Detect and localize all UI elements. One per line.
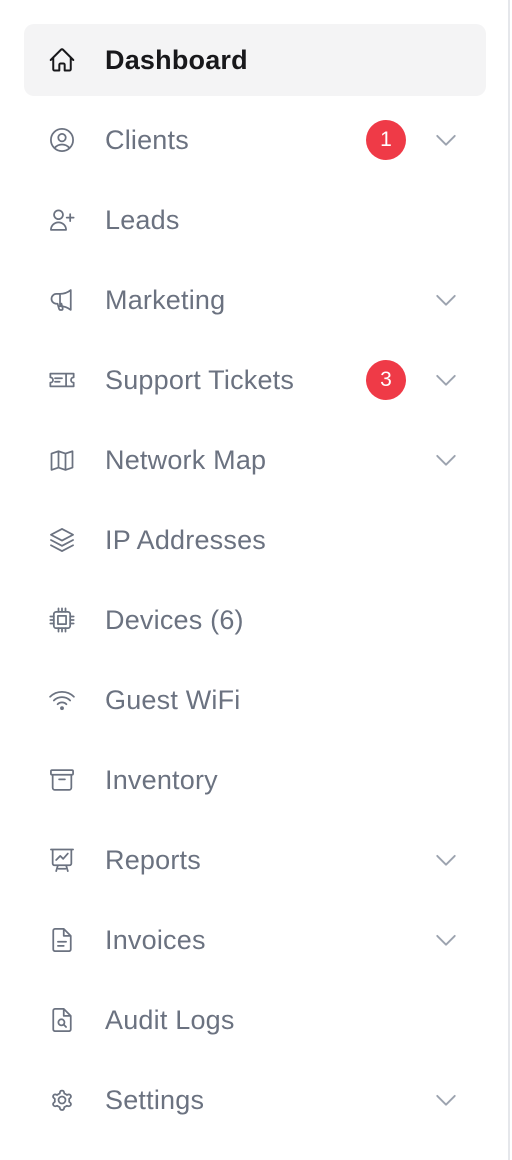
sidebar-item-label: IP Addresses — [105, 525, 266, 555]
megaphone-icon — [48, 286, 76, 314]
chevron-down-icon[interactable] — [432, 1086, 460, 1114]
sidebar-item-label: Reports — [105, 845, 201, 875]
sidebar-item-invoices[interactable]: Invoices — [24, 904, 486, 976]
sidebar-item-leads[interactable]: Leads — [24, 184, 486, 256]
sidebar-item-audit-logs[interactable]: Audit Logs — [24, 984, 486, 1056]
sidebar-item-guest-wifi[interactable]: Guest WiFi — [24, 664, 486, 736]
notification-badge: 3 — [366, 360, 406, 400]
cog-icon — [48, 1086, 76, 1114]
sidebar-item-label: Clients — [105, 125, 189, 155]
map-icon — [48, 446, 76, 474]
sidebar-item-label: Leads — [105, 205, 180, 235]
document-search-icon — [48, 1006, 76, 1034]
sidebar-item-network-map[interactable]: Network Map — [24, 424, 486, 496]
home-icon — [48, 46, 76, 74]
sidebar-item-label: Invoices — [105, 925, 206, 955]
presentation-chart-icon — [48, 846, 76, 874]
sidebar-item-label: Marketing — [105, 285, 226, 315]
sidebar-item-reports[interactable]: Reports — [24, 824, 486, 896]
sidebar-item-marketing[interactable]: Marketing — [24, 264, 486, 336]
sidebar-item-label: Guest WiFi — [105, 685, 241, 715]
layers-icon — [48, 526, 76, 554]
chevron-down-icon[interactable] — [432, 446, 460, 474]
sidebar-item-label: Network Map — [105, 445, 267, 475]
sidebar-item-clients[interactable]: Clients 1 — [24, 104, 486, 176]
ticket-icon — [48, 366, 76, 394]
sidebar-item-label: Devices (6) — [105, 605, 244, 635]
sidebar-item-label: Support Tickets — [105, 365, 295, 395]
user-circle-icon — [48, 126, 76, 154]
sidebar-item-settings[interactable]: Settings — [24, 1064, 486, 1136]
sidebar-item-ip-addresses[interactable]: IP Addresses — [24, 504, 486, 576]
document-text-icon — [48, 926, 76, 954]
sidebar-item-inventory[interactable]: Inventory — [24, 744, 486, 816]
sidebar-item-label: Dashboard — [105, 45, 248, 75]
chevron-down-icon[interactable] — [432, 286, 460, 314]
sidebar-item-devices[interactable]: Devices (6) — [24, 584, 486, 656]
notification-badge: 1 — [366, 120, 406, 160]
sidebar-item-label: Audit Logs — [105, 1005, 235, 1035]
chevron-down-icon[interactable] — [432, 846, 460, 874]
sidebar-item-dashboard[interactable]: Dashboard — [24, 24, 486, 96]
archive-box-icon — [48, 766, 76, 794]
sidebar: Dashboard Clients 1 Leads Marketing Supp… — [0, 0, 510, 1160]
chevron-down-icon[interactable] — [432, 926, 460, 954]
sidebar-item-label: Inventory — [105, 765, 218, 795]
user-plus-icon — [48, 206, 76, 234]
chevron-down-icon[interactable] — [432, 366, 460, 394]
wifi-icon — [48, 686, 76, 714]
sidebar-nav: Dashboard Clients 1 Leads Marketing Supp… — [24, 24, 486, 1144]
cpu-chip-icon — [48, 606, 76, 634]
sidebar-item-label: Settings — [105, 1085, 205, 1115]
sidebar-item-support-tickets[interactable]: Support Tickets 3 — [24, 344, 486, 416]
chevron-down-icon[interactable] — [432, 126, 460, 154]
